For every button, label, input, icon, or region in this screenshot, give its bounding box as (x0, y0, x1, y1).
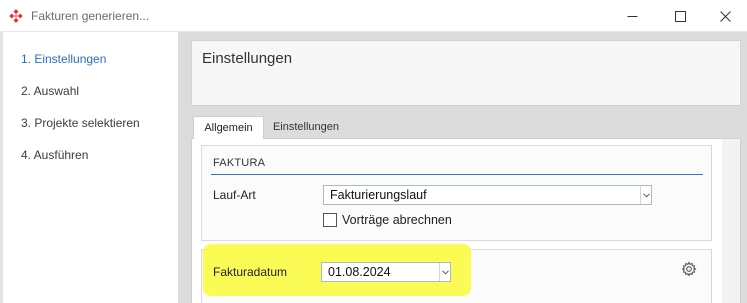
tab-einstellungen[interactable]: Einstellungen (265, 116, 347, 138)
wizard-steps-sidebar: 1. Einstellungen 2. Auswahl 3. Projekte … (3, 32, 178, 303)
maximize-icon (674, 10, 686, 22)
vortraege-label[interactable]: Vorträge abrechnen (342, 213, 452, 227)
tab-allgemein[interactable]: Allgemein (193, 116, 264, 139)
page-header: Einstellungen (191, 40, 741, 106)
vertical-scrollbar[interactable] (722, 139, 740, 303)
section-divider (211, 174, 703, 175)
section-title: FAKTURA (213, 157, 266, 169)
date-dropdown-arrow[interactable] (439, 263, 450, 281)
chevron-down-icon (642, 192, 650, 198)
lauf-art-label: Lauf-Art (213, 188, 256, 202)
maximize-button[interactable] (657, 0, 703, 32)
fakturadatum-value: 01.08.2024 (328, 265, 391, 279)
close-icon (719, 10, 731, 22)
title-bar: Fakturen generieren... (0, 0, 747, 32)
diamond-dots-icon (9, 9, 23, 23)
step-ausfuehren[interactable]: 4. Ausführen (21, 148, 88, 162)
close-button[interactable] (702, 0, 747, 32)
minimize-button[interactable] (609, 0, 655, 32)
fakturadatum-label: Fakturadatum (213, 265, 288, 279)
chevron-down-icon (441, 269, 449, 275)
window-title: Fakturen generieren... (31, 9, 150, 23)
lauf-art-value: Fakturierungslauf (330, 188, 427, 202)
gear-icon[interactable] (681, 261, 697, 277)
dropdown-arrow[interactable] (640, 186, 651, 204)
step-einstellungen[interactable]: 1. Einstellungen (21, 52, 106, 66)
minimize-icon (627, 15, 637, 17)
lauf-art-dropdown[interactable]: Fakturierungslauf (323, 185, 652, 205)
step-projekte-selektieren[interactable]: 3. Projekte selektieren (21, 116, 140, 130)
vortraege-checkbox[interactable] (323, 213, 337, 227)
page-title: Einstellungen (202, 50, 293, 67)
fakturadatum-picker[interactable]: 01.08.2024 (321, 262, 451, 282)
step-auswahl[interactable]: 2. Auswahl (21, 84, 79, 98)
